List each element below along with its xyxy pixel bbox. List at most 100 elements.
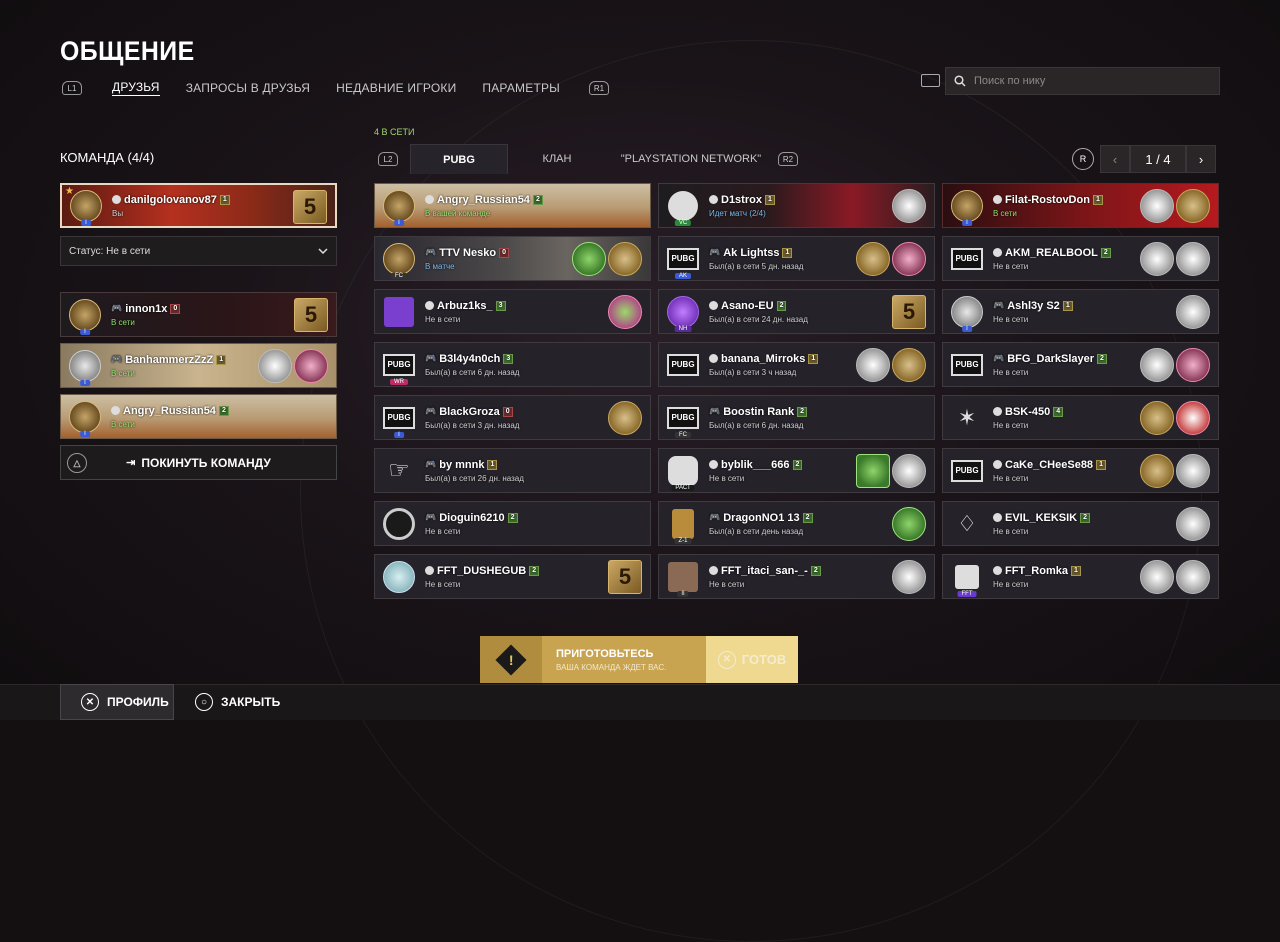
friend-card[interactable]: PUBG 🎮 BFG_DarkSlayer 2 Не в сети	[942, 342, 1219, 387]
prev-page-button[interactable]: ‹	[1100, 145, 1130, 173]
platform-icon	[709, 460, 718, 469]
player-name: EVIL_KEKSIK	[1005, 511, 1078, 524]
player-name: D1strox	[721, 193, 762, 206]
player-status: Был(а) в сети 3 ч назад	[709, 367, 797, 377]
platform-icon	[111, 406, 120, 415]
player-status: Не в сети	[993, 314, 1029, 324]
search-input[interactable]: Поиск по нику	[945, 67, 1220, 95]
avatar: ☞	[388, 457, 410, 484]
avatar: I	[949, 294, 985, 332]
player-status: Был(а) в сети 5 дн. назад	[709, 261, 804, 271]
friend-card[interactable]: PUBG FC 🎮 Boostin Rank 2 Был(а) в сети 6 дн…	[658, 395, 935, 440]
avatar: PUBG AK	[665, 241, 701, 279]
platform-icon	[425, 195, 434, 204]
team-member-card[interactable]: I 🎮 BanhammerzZzZ 1 В сети	[60, 343, 337, 388]
friend-card[interactable]: II FFT_itaci_san-_- 2 Не в сети	[658, 554, 935, 599]
friend-card[interactable]: FFT_DUSHEGUB 2 Не в сети 5	[374, 554, 651, 599]
level-badge: 3	[503, 353, 514, 364]
player-name: BSK-450	[1005, 405, 1051, 418]
platform-icon	[709, 354, 718, 363]
emblem-icon	[294, 349, 328, 383]
avatar: Z-1	[665, 506, 701, 544]
friend-card[interactable]: VC D1strox 1 Идет матч (2/4)	[658, 183, 935, 228]
friend-card[interactable]: PUBG banana_Mirroks 1 Был(а) в сети 3 ч н…	[658, 342, 935, 387]
emblem-icon	[892, 242, 926, 276]
medal-icon	[608, 401, 642, 435]
friend-card[interactable]: PUBG WR 🎮 B3l4y4n0ch 3 Был(а) в сети 6 дн. …	[374, 342, 651, 387]
player-status: Вы	[112, 208, 124, 218]
tab-psn[interactable]: "PLAYSTATION NETWORK"	[606, 144, 776, 174]
friend-card[interactable]: 🎮 Dioguin6210 2 Не в сети	[374, 501, 651, 546]
avatar: NH	[665, 294, 701, 332]
platform-icon	[993, 460, 1002, 469]
avatar: I	[381, 188, 417, 226]
friend-card[interactable]: Z-1 🎮 DragonNO1 13 2 Был(а) в сети день на…	[658, 501, 935, 546]
level-badge: 1	[1070, 565, 1081, 576]
medal-icon	[258, 349, 292, 383]
friend-card[interactable]: I Angry_Russian54 2 В вашей команде	[374, 183, 651, 228]
keyboard-icon[interactable]	[921, 74, 940, 87]
level-badge: 2	[529, 565, 540, 576]
player-name: byblik___666	[721, 458, 790, 471]
next-page-button[interactable]: ›	[1186, 145, 1216, 173]
level-badge: 1	[1092, 194, 1103, 205]
level-badge: 1	[216, 354, 227, 365]
gamepad-icon: 🎮	[993, 353, 1005, 363]
profile-button[interactable]: ✕ ПРОФИЛЬ	[60, 684, 174, 720]
friend-card[interactable]: Arbuz1ks_ 3 Не в сети	[374, 289, 651, 334]
status-select-value: Статус: Не в сети	[69, 245, 151, 257]
tab-settings[interactable]: ПАРАМЕТРЫ	[482, 81, 560, 95]
search-placeholder: Поиск по нику	[974, 75, 1046, 87]
friend-card[interactable]: PUBG I 🎮 BlackGroza 0 Был(а) в сети 3 дн. н…	[374, 395, 651, 440]
friend-card[interactable]: ☞ 🎮 by mnnk 1 Был(а) в сети 26 дн. назад	[374, 448, 651, 493]
friend-card[interactable]: PUBG AK 🎮 Ak Lightss 1 Был(а) в сети 5 дн. …	[658, 236, 935, 281]
level-badge: 2	[776, 300, 787, 311]
player-status: Не в сети	[993, 420, 1029, 430]
friend-card[interactable]: PUBG CaKe_CHeeSe88 1 Не в сети	[942, 448, 1219, 493]
level-badge: 1	[487, 459, 498, 470]
status-select[interactable]: Статус: Не в сети	[60, 236, 337, 266]
tab-clan[interactable]: КЛАН	[508, 144, 606, 174]
friend-card[interactable]: ♢ EVIL_KEKSIK 2 Не в сети	[942, 501, 1219, 546]
level-badge: 2	[792, 459, 803, 470]
friend-card[interactable]: FC 🎮 TTV Nesko 0 В матче	[374, 236, 651, 281]
emblem-icon	[1176, 560, 1210, 594]
team-leader-card[interactable]: ★ I danilgolovanov87 1 Вы 5	[60, 183, 337, 228]
team-member-card[interactable]: I 🎮 innon1x 0 В сети 5	[60, 292, 337, 337]
tab-friends[interactable]: ДРУЗЬЯ	[112, 80, 160, 96]
platform-icon	[709, 301, 718, 310]
rank-badge-icon: 5	[294, 298, 328, 332]
tab-friend-requests[interactable]: ЗАПРОСЫ В ДРУЗЬЯ	[186, 81, 310, 95]
player-status: Не в сети	[993, 526, 1029, 536]
main-tabs: L1 ДРУЗЬЯ ЗАПРОСЫ В ДРУЗЬЯ НЕДАВНИЕ ИГРО…	[62, 80, 609, 96]
avatar: PUBG WR	[381, 347, 417, 385]
friend-card[interactable]: I Filat-RostovDon 1 В сети	[942, 183, 1219, 228]
level-badge: 0	[170, 303, 181, 314]
level-badge: 2	[1100, 247, 1111, 258]
player-name: Arbuz1ks_	[437, 299, 493, 312]
ready-button[interactable]: ✕ ГОТОВ	[706, 636, 798, 683]
team-member-card[interactable]: I Angry_Russian54 2 В сети	[60, 394, 337, 439]
friends-grid: I Angry_Russian54 2 В вашей команде VC D1…	[374, 183, 1219, 599]
tab-recent-players[interactable]: НЕДАВНИЕ ИГРОКИ	[336, 81, 456, 95]
gamepad-icon: 🎮	[425, 353, 437, 363]
circle-button-icon: ○	[195, 693, 213, 711]
friend-card[interactable]: РАСТ byblik___666 2 Не в сети	[658, 448, 935, 493]
friend-card[interactable]: I 🎮 Ashl3y S2 1 Не в сети	[942, 289, 1219, 334]
friend-card[interactable]: FFT FFT_Romka 1 Не в сети	[942, 554, 1219, 599]
medal-icon	[892, 507, 926, 541]
level-badge: 2	[532, 194, 543, 205]
medal-icon	[892, 189, 926, 223]
avatar: РАСТ	[665, 453, 701, 491]
player-name: banana_Mirroks	[721, 352, 806, 365]
friend-card[interactable]: ✶ BSK-450 4 Не в сети	[942, 395, 1219, 440]
friend-card[interactable]: PUBG AKM_REALBOOL 2 Не в сети	[942, 236, 1219, 281]
friend-card[interactable]: NH Asano-EU 2 Был(а) в сети 24 дн. назад …	[658, 289, 935, 334]
close-button[interactable]: ○ ЗАКРЫТЬ	[175, 684, 285, 720]
tab-pubg[interactable]: PUBG	[410, 144, 508, 174]
player-status: Был(а) в сети 6 дн. назад	[425, 367, 520, 377]
platform-icon	[993, 195, 1002, 204]
leave-team-button[interactable]: △ ⇥ ПОКИНУТЬ КОМАНДУ	[60, 445, 337, 480]
player-status: В сети	[111, 419, 135, 429]
level-badge: 1	[1062, 300, 1073, 311]
